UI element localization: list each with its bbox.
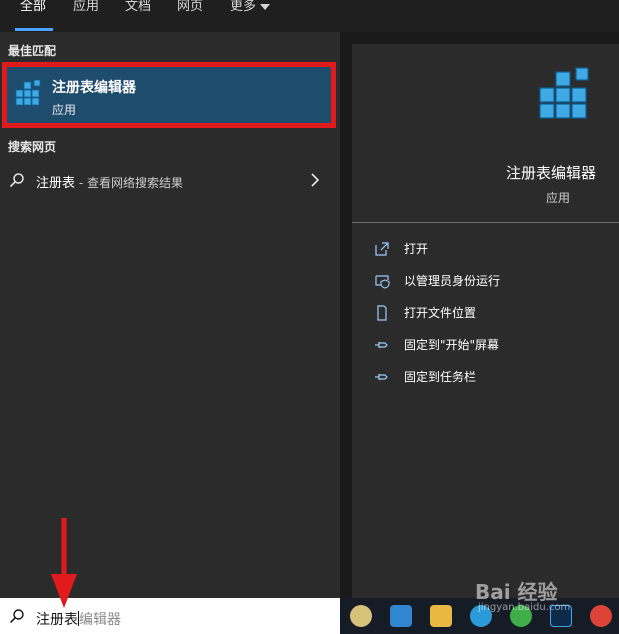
- paint-app-icon[interactable]: [350, 605, 372, 627]
- web-search-heading: 搜索网页: [8, 140, 57, 154]
- pin-icon: [375, 342, 388, 348]
- search-icon: [9, 173, 24, 188]
- web-result-suffix: - 查看网络搜索结果: [75, 176, 183, 190]
- web-result-query: 注册表: [36, 176, 76, 191]
- action-run-as-admin-label: 以管理员身份运行: [404, 274, 501, 288]
- tab-all[interactable]: 全部: [20, 0, 46, 14]
- tab-apps[interactable]: 应用: [73, 0, 99, 14]
- active-tab-indicator: [15, 28, 53, 31]
- detail-app-name: 注册表编辑器: [506, 164, 597, 182]
- action-open-file-location[interactable]: 打开文件位置: [372, 302, 612, 324]
- baidu-jingyan-watermark: Bai 经验: [475, 580, 558, 604]
- search-icon: [9, 609, 24, 624]
- search-completion-text: 编辑器: [79, 612, 121, 628]
- watermark-url: jingyan.baidu.com: [478, 602, 571, 613]
- file-explorer-icon[interactable]: [430, 605, 452, 627]
- tab-documents[interactable]: 文档: [125, 0, 151, 14]
- action-pin-to-start-label: 固定到"开始"屏幕: [404, 338, 500, 352]
- tab-web[interactable]: 网页: [177, 0, 203, 14]
- best-match-heading: 最佳匹配: [8, 44, 57, 58]
- detail-app-kind: 应用: [546, 191, 571, 205]
- action-open[interactable]: 打开: [372, 238, 612, 260]
- action-open-file-location-label: 打开文件位置: [404, 306, 477, 320]
- best-match-title: 注册表编辑器: [52, 80, 136, 96]
- annotation-arrow-icon: [51, 518, 77, 608]
- action-open-label: 打开: [404, 242, 429, 256]
- action-run-as-admin[interactable]: 以管理员身份运行: [372, 270, 612, 292]
- detail-card: 注册表编辑器 应用 打开 以管理员身份运行 打开文件位置 固定到"开始"屏幕 固…: [352, 44, 619, 598]
- detail-panel: 注册表编辑器 应用 打开 以管理员身份运行 打开文件位置 固定到"开始"屏幕 固…: [340, 32, 619, 598]
- registry-editor-large-icon: [539, 67, 589, 119]
- detail-divider: [352, 222, 619, 223]
- chrome-browser-icon[interactable]: [590, 605, 612, 627]
- action-pin-to-start[interactable]: 固定到"开始"屏幕: [372, 334, 612, 356]
- web-result-text: 注册表 - 查看网络搜索结果: [36, 172, 183, 191]
- file-location-icon: [377, 305, 387, 321]
- tab-more[interactable]: 更多: [230, 0, 271, 14]
- chevron-down-icon: [260, 3, 271, 10]
- web-search-result[interactable]: 注册表 - 查看网络搜索结果: [0, 167, 340, 193]
- chevron-right-icon[interactable]: [310, 173, 320, 187]
- action-pin-to-taskbar[interactable]: 固定到任务栏: [372, 366, 612, 388]
- action-pin-to-taskbar-label: 固定到任务栏: [404, 370, 477, 384]
- tab-more-label: 更多: [230, 0, 257, 14]
- open-icon: [375, 242, 389, 256]
- registry-editor-icon: [15, 79, 41, 106]
- search-tabs: 全部 应用 文档 网页 更多: [0, 0, 619, 32]
- search-typed-text: 注册表: [36, 612, 78, 628]
- pin-icon: [375, 374, 388, 380]
- results-panel: 最佳匹配 注册表编辑器 应用 搜索网页 注册表 - 查看网络搜索结果: [0, 32, 340, 598]
- admin-shield-icon: [375, 275, 390, 289]
- best-match-result[interactable]: 注册表编辑器 应用: [2, 62, 336, 128]
- best-match-subtitle: 应用: [52, 103, 77, 117]
- search-input[interactable]: 注册表编辑器: [36, 609, 121, 629]
- desktop-app-icon[interactable]: [390, 605, 412, 627]
